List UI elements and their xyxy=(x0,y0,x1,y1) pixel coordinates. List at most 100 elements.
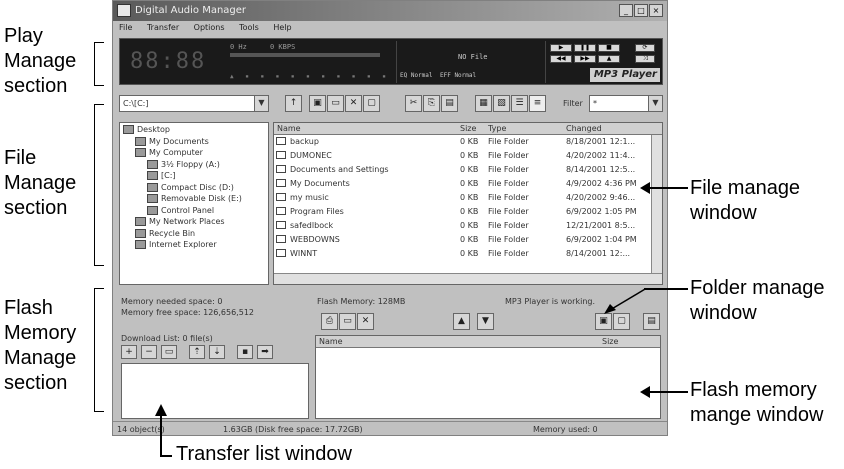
app-window: Digital Audio Manager _ □ × File Transfe… xyxy=(112,0,668,436)
table-row[interactable]: my music 0 KB File Folder 4/20/2002 9:46... xyxy=(274,192,662,204)
annotation-line: mange window xyxy=(690,404,824,426)
tree-item-floppy[interactable]: 3½ Floppy (A:) xyxy=(123,159,265,172)
column-type[interactable]: Type xyxy=(488,124,506,133)
folder-icon xyxy=(276,165,286,173)
up-folder-button[interactable]: ↑ xyxy=(285,95,302,112)
large-icons-button[interactable]: ▦ xyxy=(475,95,492,112)
flash-rename-button[interactable]: ▭ xyxy=(339,313,356,330)
next-button[interactable]: ▶▶ xyxy=(574,55,596,63)
chevron-down-icon: ▼ xyxy=(254,96,268,111)
position-slider[interactable] xyxy=(230,53,380,57)
transfer-list[interactable] xyxy=(121,363,309,419)
table-row[interactable]: Documents and Settings 0 KB File Folder 8/1… xyxy=(274,164,662,176)
rename-button[interactable]: ▭ xyxy=(327,95,344,112)
delete-button[interactable]: ✕ xyxy=(345,95,362,112)
tree-item-label: Control Panel xyxy=(161,205,215,215)
pause-button[interactable]: ❚❚ xyxy=(574,44,596,52)
tree-item-label: [C:] xyxy=(161,171,176,180)
column-name[interactable]: Name xyxy=(277,124,301,133)
close-button[interactable]: × xyxy=(649,4,663,17)
table-row[interactable]: WEBDOWNS 0 KB File Folder 6/9/2002 1:04 PM xyxy=(274,234,662,246)
add-button[interactable]: + xyxy=(121,345,137,359)
cell-size: 0 KB xyxy=(460,137,479,146)
details-view-button[interactable]: ≡ xyxy=(529,95,546,112)
flash-column-size[interactable]: Size xyxy=(602,337,618,346)
transfer-button[interactable]: ➡ xyxy=(257,345,273,359)
menu-transfer[interactable]: Transfer xyxy=(147,23,179,32)
print-button[interactable]: ⎙ xyxy=(321,313,338,330)
table-row[interactable]: WINNT 0 KB File Folder 8/14/2001 12:... xyxy=(274,248,662,260)
arrow-left-icon xyxy=(640,182,650,194)
move-up-button[interactable]: ⇡ xyxy=(189,345,205,359)
menu-options[interactable]: Options xyxy=(194,23,225,32)
table-row[interactable]: My Documents 0 KB File Folder 4/9/2002 4:36… xyxy=(274,178,662,190)
annotation-line: section xyxy=(4,197,68,219)
clear-button[interactable]: ▭ xyxy=(161,345,177,359)
flash-delete-button[interactable]: ✕ xyxy=(357,313,374,330)
stop-button[interactable]: ■ xyxy=(598,44,620,52)
flash-column-name[interactable]: Name xyxy=(319,337,343,346)
table-row[interactable]: DUMONEC 0 KB File Folder 4/20/2002 11:4... xyxy=(274,150,662,162)
folder-icon xyxy=(276,193,286,201)
eject-button[interactable]: ▲ xyxy=(598,55,620,63)
menu-help[interactable]: Help xyxy=(273,23,291,32)
tree-item-network[interactable]: My Network Places xyxy=(123,217,265,229)
menu-file[interactable]: File xyxy=(119,23,132,32)
drive-select[interactable]: C:\[C:] ▼ xyxy=(119,95,269,112)
table-row[interactable]: backup 0 KB File Folder 8/18/2001 12:1... xyxy=(274,136,662,148)
move-down-button[interactable]: ⇣ xyxy=(209,345,225,359)
player-brand: MP3 Player xyxy=(590,68,660,82)
tree-item-my-computer[interactable]: My Computer xyxy=(123,148,265,160)
flash-move-down-button[interactable]: ▼ xyxy=(477,313,494,330)
small-icons-button[interactable]: ▧ xyxy=(493,95,510,112)
tree-item-c-drive[interactable]: [C:] xyxy=(123,171,265,183)
tree-item-recycle-bin[interactable]: Recycle Bin xyxy=(123,228,265,241)
properties-button[interactable]: ▢ xyxy=(363,95,380,112)
column-size[interactable]: Size xyxy=(460,124,476,133)
new-folder-button[interactable]: ▣ xyxy=(309,95,326,112)
arrow-line xyxy=(648,187,688,189)
flash-list-header: Name Size xyxy=(316,336,660,348)
file-info: NO File xyxy=(458,53,488,61)
flash-move-up-button[interactable]: ▲ xyxy=(453,313,470,330)
status-objects: 14 object(s) xyxy=(117,425,165,434)
play-button[interactable]: ▶ xyxy=(550,44,572,52)
tree-item-my-documents[interactable]: My Documents xyxy=(123,136,265,149)
vertical-scrollbar[interactable] xyxy=(651,135,662,274)
annotation-line: Flash memory xyxy=(690,379,817,401)
arrow-line xyxy=(160,414,162,456)
maximize-button[interactable]: □ xyxy=(634,4,648,17)
drive-icon xyxy=(147,171,158,180)
file-manage-annotation: File Manage section xyxy=(4,146,76,221)
table-row[interactable]: Program Files 0 KB File Folder 6/9/2002 1:0… xyxy=(274,206,662,218)
time-display: 88:88 xyxy=(130,49,207,74)
column-changed[interactable]: Changed xyxy=(566,124,602,133)
tree-item-control-panel[interactable]: Control Panel xyxy=(123,205,265,218)
recycle-bin-icon xyxy=(135,228,146,238)
tree-item-removable-disk[interactable]: Removable Disk (E:) xyxy=(123,194,265,206)
cell-changed: 8/18/2001 12:1... xyxy=(566,137,636,146)
cell-type: File Folder xyxy=(488,137,529,146)
table-row[interactable]: safedlbock 0 KB File Folder 12/21/2001 8:5.… xyxy=(274,220,662,232)
tree-item-compact-disc[interactable]: Compact Disc (D:) xyxy=(123,182,265,195)
annotation-line: section xyxy=(4,75,68,97)
paste-button[interactable]: ▤ xyxy=(441,95,458,112)
shuffle-button[interactable]: ⤨ xyxy=(635,55,655,63)
cut-button[interactable]: ✂ xyxy=(405,95,422,112)
tree-item-label: Removable Disk (E:) xyxy=(161,194,242,203)
cell-type: File Folder xyxy=(488,165,529,174)
remove-button[interactable]: − xyxy=(141,345,157,359)
save-list-button[interactable]: ▪ xyxy=(237,345,253,359)
previous-button[interactable]: ◀◀ xyxy=(550,55,572,63)
cell-changed: 6/9/2002 1:04 PM xyxy=(566,235,637,244)
flash-file-list[interactable]: Name Size xyxy=(315,335,661,419)
tree-item-internet-explorer[interactable]: Internet Explorer xyxy=(123,240,265,252)
minimize-button[interactable]: _ xyxy=(619,4,633,17)
menu-tools[interactable]: Tools xyxy=(239,23,259,32)
tree-item-desktop[interactable]: Desktop xyxy=(123,125,265,137)
cell-type: File Folder xyxy=(488,207,529,216)
repeat-button[interactable]: ⟳ xyxy=(635,44,655,52)
list-view-button[interactable]: ☰ xyxy=(511,95,528,112)
copy-button[interactable]: ⎘ xyxy=(423,95,440,112)
filter-select[interactable]: * ▼ xyxy=(589,95,663,112)
